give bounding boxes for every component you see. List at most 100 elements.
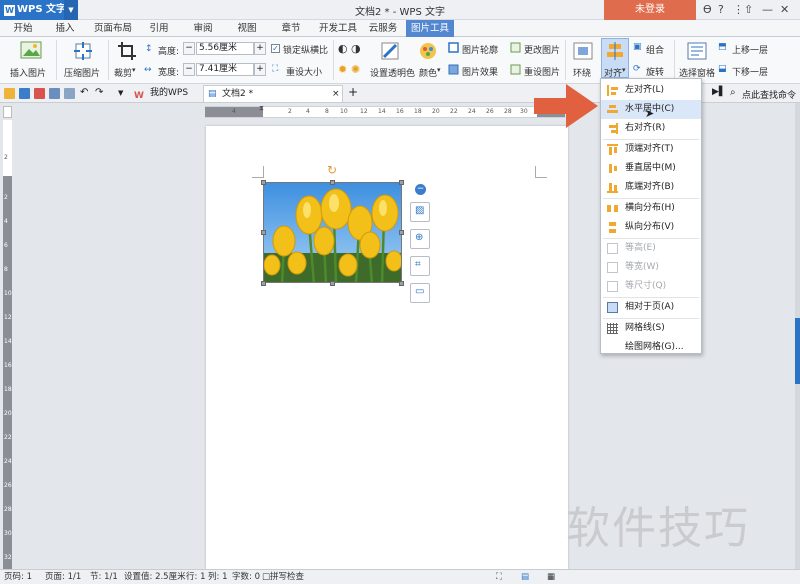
toolbar-dropdown-icon[interactable]: ▼ [118, 89, 123, 97]
color-dropdown-icon[interactable]: ▾ [437, 66, 441, 74]
zoom-image-button[interactable]: ⊕ [410, 229, 430, 249]
ruler-tick: 26 [486, 108, 494, 115]
menu-item-align-middle[interactable]: 垂直居中(M) [601, 159, 701, 178]
width-increment[interactable]: + [254, 63, 266, 76]
close-icon[interactable]: ✕ [780, 3, 789, 16]
layout-options-button[interactable]: ▨ [410, 202, 430, 222]
tab-chapter[interactable]: 章节 [276, 20, 306, 37]
doc-tab-mywps[interactable]: W 我的WPS [132, 85, 200, 102]
resize-handle[interactable] [330, 180, 335, 185]
sidebar-toggle-icon[interactable]: ▶▌ [712, 87, 726, 97]
tab-cloud[interactable]: 云服务 [366, 20, 400, 37]
page-view-icon[interactable]: ▤ [521, 570, 529, 584]
width-input[interactable]: 7.41厘米 [196, 63, 254, 76]
menu-item-label: 垂直居中(M) [625, 163, 676, 173]
menu-item-relative-page[interactable]: 相对于页(A) [601, 298, 701, 317]
resize-handle[interactable] [399, 281, 404, 286]
tulip-image[interactable] [263, 182, 402, 283]
ruler-corner[interactable] [3, 106, 12, 118]
group-button[interactable]: 组合 [646, 43, 664, 56]
fullscreen-icon[interactable]: ⛶ [496, 570, 502, 584]
export-pdf-icon[interactable] [34, 88, 45, 99]
tab-layout[interactable]: 页面布局 [90, 20, 136, 37]
crop-dropdown-icon[interactable]: ▾ [132, 66, 136, 74]
brightness-up-icon[interactable]: ✹ [338, 63, 347, 76]
resize-handle[interactable] [330, 281, 335, 286]
rotate-icon: ⟳ [633, 64, 641, 74]
contrast-icon[interactable]: ◐ [338, 42, 348, 55]
menu-item-gridlines[interactable]: 网格线(S) [601, 319, 701, 338]
height-input[interactable]: 5.56厘米 [196, 42, 254, 55]
height-increment[interactable]: + [254, 42, 266, 55]
search-command[interactable]: 点此查找命令 [742, 88, 796, 101]
menu-item-distribute-h[interactable]: 横向分布(H) [601, 199, 701, 218]
bring-forward-button[interactable]: 上移一层 [732, 43, 768, 56]
menu-more-icon[interactable]: ⋮ [733, 3, 744, 16]
document-icon: ▤ [208, 89, 217, 99]
tab-review[interactable]: 审阅 [188, 20, 218, 37]
web-view-icon[interactable]: ▦ [547, 570, 555, 584]
tab-view[interactable]: 视图 [232, 20, 262, 37]
width-decrement[interactable]: − [183, 63, 195, 76]
image-effect-button[interactable]: 图片效果 [462, 65, 498, 78]
image-outline-button[interactable]: 图片轮廓 [462, 43, 498, 56]
brightness-icon[interactable]: ◑ [351, 42, 361, 55]
reset-size-button[interactable]: 重设大小 [286, 65, 322, 78]
rotate-button[interactable]: 旋转 [646, 65, 664, 78]
collapse-icon[interactable]: − [415, 184, 426, 195]
new-tab-icon[interactable]: + [348, 85, 358, 99]
image-border-button[interactable]: ▭ [410, 283, 430, 303]
tab-picture-tools[interactable]: 图片工具 [406, 20, 454, 37]
scrollbar-thumb[interactable] [795, 318, 800, 384]
rotate-handle-icon[interactable]: ↻ [327, 163, 337, 177]
menu-item-align-center[interactable]: 水平居中(C) ➤ [601, 100, 701, 120]
status-section: 节: 1/1 [90, 572, 118, 582]
menu-item-align-bottom[interactable]: 底端对齐(B) [601, 178, 701, 197]
crop-button[interactable]: 裁剪 [114, 66, 132, 79]
spell-check-icon[interactable]: □ [262, 570, 270, 584]
resize-handle[interactable] [261, 281, 266, 286]
redo-icon[interactable]: ↷ [95, 87, 103, 98]
menu-item-align-top[interactable]: 顶端对齐(T) [601, 140, 701, 159]
close-tab-icon[interactable]: × [332, 86, 340, 103]
resize-handle[interactable] [399, 180, 404, 185]
resize-handle[interactable] [399, 230, 404, 235]
print-icon[interactable] [49, 88, 60, 99]
doc-tab-document2[interactable]: ▤ 文档2 * × [203, 85, 343, 102]
tab-start[interactable]: 开始 [8, 20, 38, 37]
menu-item-label: 右对齐(R) [625, 123, 666, 133]
save-icon[interactable] [19, 88, 30, 99]
lock-ratio-checkbox[interactable]: ✓ [271, 44, 280, 53]
minimize-icon[interactable]: — [762, 3, 773, 16]
height-decrement[interactable]: − [183, 42, 195, 55]
brightness-down-icon[interactable]: ✺ [351, 63, 360, 76]
help-icon[interactable]: ? [718, 3, 724, 16]
menu-item-align-left[interactable]: 左对齐(L) [601, 81, 701, 100]
reset-image-button[interactable]: 重设图片 [524, 65, 560, 78]
send-backward-button[interactable]: 下移一层 [732, 65, 768, 78]
insert-image-button[interactable]: 插入图片 [10, 66, 46, 79]
resize-handle[interactable] [261, 180, 266, 185]
set-transparent-button[interactable]: 设置透明色 [370, 66, 415, 79]
crop-image-button[interactable]: ⌗ [410, 256, 430, 276]
resize-handle[interactable] [261, 230, 266, 235]
tab-insert[interactable]: 插入 [50, 20, 80, 37]
wrap-button[interactable]: 环绕 [573, 66, 591, 79]
print-preview-icon[interactable] [64, 88, 75, 99]
color-button[interactable]: 颜色 [419, 66, 437, 79]
skin-icon[interactable]: Ѳ [703, 3, 712, 16]
compress-image-button[interactable]: 压缩图片 [64, 66, 100, 79]
spell-check-button[interactable]: 拼写检查 [270, 570, 304, 584]
tab-developer[interactable]: 开发工具 [316, 20, 360, 37]
login-button[interactable]: 未登录 [604, 0, 696, 20]
indent-marker-icon[interactable]: ⧗ [259, 104, 264, 113]
menu-item-drawing-grid[interactable]: 绘图网格(G)... [601, 338, 701, 357]
tab-references[interactable]: 引用 [144, 20, 174, 37]
change-image-button[interactable]: 更改图片 [524, 43, 560, 56]
open-icon[interactable] [4, 88, 15, 99]
restore-up-icon[interactable]: ⇧ [744, 3, 753, 16]
menu-item-label: 横向分布(H) [625, 203, 675, 213]
menu-item-align-right[interactable]: 右对齐(R) [601, 119, 701, 138]
menu-item-distribute-v[interactable]: 纵向分布(V) [601, 218, 701, 237]
undo-icon[interactable]: ↶ [80, 87, 88, 98]
